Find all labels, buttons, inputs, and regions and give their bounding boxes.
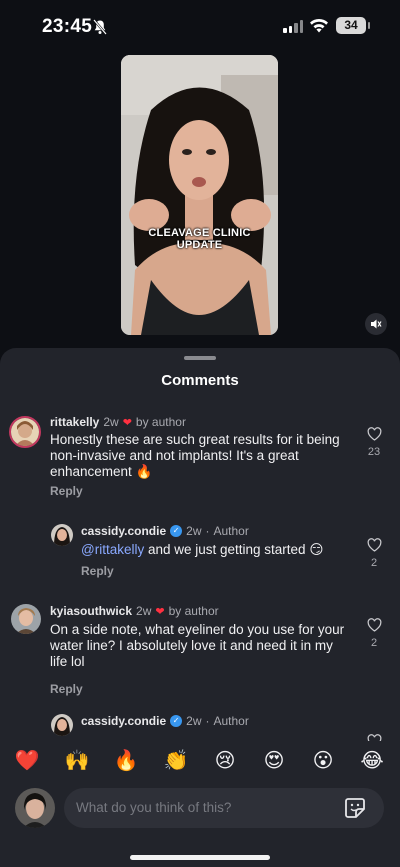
- comment-username[interactable]: cassidy.condie: [81, 524, 166, 538]
- heart-outline-icon: [367, 538, 381, 552]
- comment-username[interactable]: cassidy.condie: [81, 714, 166, 728]
- comment-text: On a side note, what eyeliner do you use…: [50, 622, 345, 669]
- reaction-raising-hands[interactable]: 🙌: [63, 746, 91, 774]
- status-bar: 23:45 34: [0, 0, 400, 54]
- author-badge: Author: [213, 524, 249, 538]
- comment-time: 2w: [186, 714, 202, 728]
- reaction-laughing[interactable]: 😂: [358, 746, 386, 774]
- comment-text: @rittakelly and we just getting started …: [81, 542, 351, 558]
- speaker-muted-icon: [371, 319, 382, 329]
- avatar[interactable]: [51, 524, 73, 546]
- like-button[interactable]: 2: [359, 538, 389, 569]
- comment-meta: cassidy.condie ✓ 2w · Author: [81, 524, 249, 538]
- mute-button[interactable]: [365, 313, 387, 335]
- reply-button[interactable]: Reply: [50, 484, 83, 498]
- comment-meta: kyiasouthwick 2w ❤ by author: [50, 604, 219, 618]
- comment-text: Honestly these are such great results fo…: [50, 432, 340, 479]
- video-frame-image: [121, 55, 278, 335]
- quick-reaction-bar: ❤️ 🙌 🔥 👏 😢 😍 😮 😂: [0, 746, 400, 774]
- like-button[interactable]: [359, 734, 389, 741]
- heart-outline-icon: [367, 618, 381, 632]
- status-time: 23:45: [42, 16, 93, 37]
- like-button[interactable]: 23: [359, 427, 389, 458]
- video-caption-line2: UPDATE: [176, 239, 223, 251]
- comment-time: 2w: [103, 415, 119, 429]
- video-preview[interactable]: CLEAVAGE CLINIC UPDATE: [121, 55, 278, 335]
- signal-icon: [283, 19, 303, 33]
- avatar[interactable]: [11, 604, 41, 634]
- author-liked-badge: by author: [168, 604, 219, 618]
- comment-meta: rittakelly 2w ❤ by author: [50, 415, 186, 429]
- comments-sheet: Comments rittakelly 2w ❤ by author Hones…: [0, 348, 400, 867]
- comment-input-placeholder: What do you think of this?: [76, 800, 232, 815]
- reply-button[interactable]: Reply: [81, 564, 114, 578]
- sheet-title: Comments: [161, 372, 239, 389]
- comment-list[interactable]: rittakelly 2w ❤ by author Honestly these…: [0, 408, 400, 741]
- video-caption: CLEAVAGE CLINIC UPDATE: [121, 227, 278, 251]
- sticker-icon[interactable]: [344, 797, 366, 819]
- avatar[interactable]: [51, 714, 73, 736]
- author-badge: Author: [213, 714, 249, 728]
- comment-username[interactable]: kyiasouthwick: [50, 604, 132, 618]
- comment-time: 2w: [186, 524, 202, 538]
- reaction-heart-eyes[interactable]: 😍: [260, 746, 288, 774]
- separator: ·: [205, 714, 210, 728]
- verified-badge-icon: ✓: [170, 525, 183, 537]
- reaction-heart[interactable]: ❤️: [13, 746, 41, 774]
- heart-outline-icon: [367, 734, 381, 741]
- heart-icon: ❤: [155, 605, 165, 618]
- comment-username[interactable]: rittakelly: [50, 415, 99, 429]
- reply-button[interactable]: Reply: [50, 682, 83, 696]
- avatar[interactable]: [9, 416, 41, 448]
- comment-text-body: and we just getting started 😏: [144, 542, 324, 557]
- current-user-avatar: [15, 788, 55, 828]
- comment-input[interactable]: What do you think of this?: [64, 788, 384, 828]
- verified-badge-icon: ✓: [170, 715, 183, 727]
- reaction-fire[interactable]: 🔥: [112, 746, 140, 774]
- wifi-icon: [310, 18, 328, 33]
- like-count: 2: [370, 557, 378, 569]
- battery-icon: 34: [336, 17, 370, 34]
- sheet-grabber[interactable]: [184, 356, 216, 360]
- video-caption-line1: CLEAVAGE CLINIC: [148, 227, 251, 239]
- separator: ·: [205, 524, 210, 538]
- comment-meta: cassidy.condie ✓ 2w · Author: [81, 714, 249, 728]
- like-button[interactable]: 2: [359, 618, 389, 649]
- like-count: 2: [370, 637, 378, 649]
- home-indicator: [130, 855, 270, 860]
- like-count: 23: [367, 446, 381, 458]
- mention-link[interactable]: @rittakelly: [81, 542, 144, 557]
- bell-slash-icon: [93, 19, 107, 35]
- author-liked-badge: by author: [135, 415, 186, 429]
- reaction-clap[interactable]: 👏: [162, 746, 190, 774]
- reaction-crying[interactable]: 😢: [211, 746, 239, 774]
- heart-outline-icon: [367, 427, 381, 441]
- heart-icon: ❤: [122, 416, 132, 429]
- comment-time: 2w: [136, 604, 152, 618]
- reaction-surprised[interactable]: 😮: [309, 746, 337, 774]
